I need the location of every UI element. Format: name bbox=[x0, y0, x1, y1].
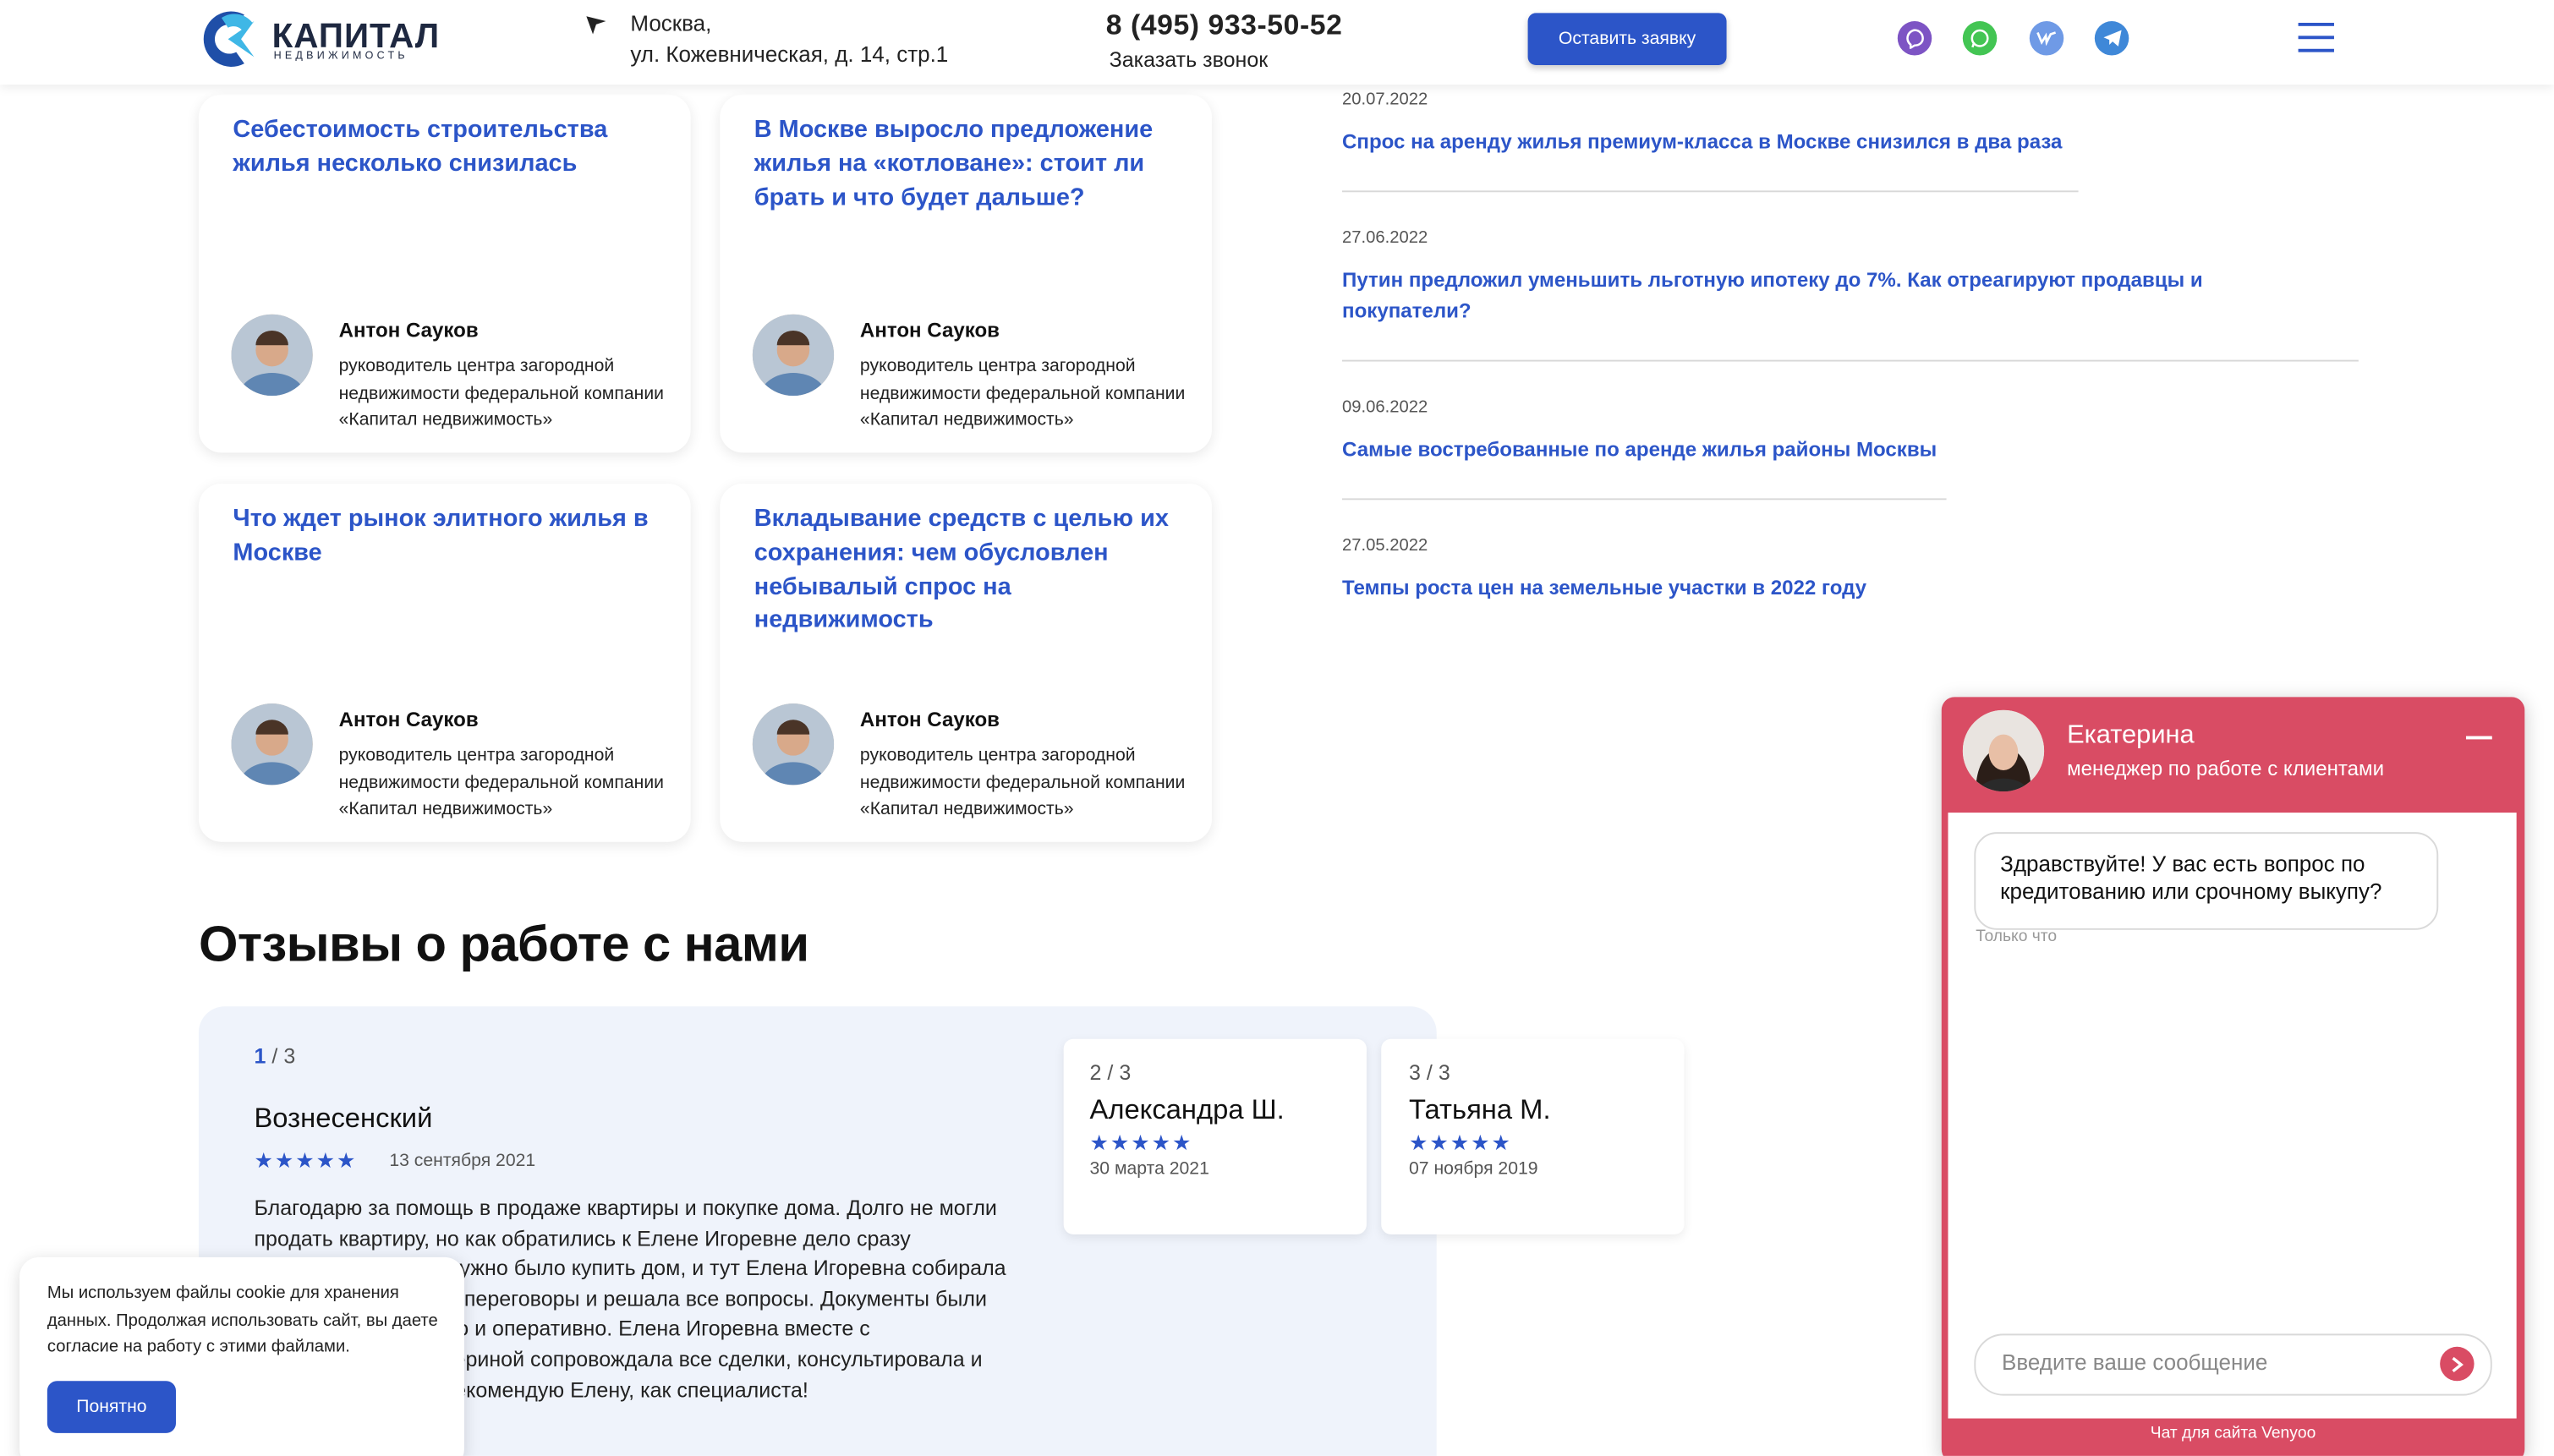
message-text: Здравствуйте! У вас есть вопрос по креди… bbox=[2000, 851, 2382, 903]
review-counter: 1 / 3 bbox=[254, 1043, 296, 1069]
address-street: ул. Кожевническая, д. 14, стр.1 bbox=[630, 42, 949, 67]
chat-message-input[interactable]: Введите ваше сообщение bbox=[1974, 1333, 2492, 1396]
site-header: КАПИТАЛ НЕДВИЖИМОСТЬ Москва, ул. Кожевни… bbox=[0, 0, 2554, 85]
minimize-icon[interactable] bbox=[2465, 736, 2492, 740]
review-date: 30 марта 2021 bbox=[1089, 1159, 1209, 1180]
review-card[interactable]: 2 / 3 Александра Ш. ★★★★★ 30 марта 2021 bbox=[1063, 1038, 1367, 1234]
article-title[interactable]: Вкладывание средств с целью их сохранени… bbox=[754, 503, 1186, 638]
rating-stars-icon: ★★★★★ bbox=[254, 1147, 358, 1173]
news-date: 20.07.2022 bbox=[1342, 89, 1428, 110]
author-name: Антон Сауков bbox=[859, 319, 1000, 342]
author-name: Антон Сауков bbox=[338, 319, 479, 342]
reviews-heading: Отзывы о работе с нами bbox=[198, 915, 809, 972]
logo-subtitle: НЕДВИЖИМОСТЬ bbox=[273, 50, 408, 63]
author-avatar bbox=[752, 314, 835, 397]
input-placeholder: Введите ваше сообщение bbox=[2002, 1349, 2268, 1375]
agent-avatar bbox=[1962, 709, 2045, 792]
whatsapp-icon[interactable] bbox=[1962, 21, 1998, 56]
rating-stars-icon: ★★★★★ bbox=[1089, 1130, 1193, 1155]
telegram-icon[interactable] bbox=[2094, 21, 2129, 56]
cookie-accept-button[interactable]: Понятно bbox=[47, 1381, 177, 1433]
news-divider bbox=[1342, 359, 2359, 362]
location-arrow-icon bbox=[586, 16, 606, 35]
author-avatar bbox=[231, 703, 313, 785]
chat-widget: Екатерина менеджер по работе с клиентами… bbox=[1941, 697, 2525, 1456]
article-card[interactable]: В Москве выросло предложение жилья на «к… bbox=[720, 94, 1212, 453]
review-counter: 2 / 3 bbox=[1089, 1059, 1132, 1085]
chat-body: Здравствуйте! У вас есть вопрос по креди… bbox=[1948, 813, 2517, 1419]
apply-button[interactable]: Оставить заявку bbox=[1527, 13, 1727, 66]
callback-link[interactable]: Заказать звонок bbox=[1110, 47, 1269, 72]
news-date: 09.06.2022 bbox=[1342, 397, 1428, 418]
author-role: руководитель центра загородной недвижимо… bbox=[859, 356, 1186, 430]
author-avatar bbox=[752, 703, 835, 785]
reviewer-name: Александра Ш. bbox=[1089, 1094, 1285, 1125]
article-title[interactable]: В Москве выросло предложение жилья на «к… bbox=[754, 114, 1186, 216]
chat-footer[interactable]: Чат для сайта Venyoo bbox=[1942, 1425, 2525, 1442]
viber-icon[interactable] bbox=[1897, 21, 1932, 56]
send-icon[interactable] bbox=[2440, 1346, 2475, 1382]
news-date: 27.06.2022 bbox=[1342, 227, 1428, 248]
reviewer-name: Вознесенский bbox=[254, 1102, 433, 1134]
review-card[interactable]: 3 / 3 Татьяна М. ★★★★★ 07 ноября 2019 bbox=[1381, 1038, 1685, 1234]
cookie-text: Мы используем файлы cookie для хранения … bbox=[47, 1283, 438, 1357]
news-link[interactable]: Путин предложил уменьшить льготную ипоте… bbox=[1342, 265, 2255, 327]
reviewer-name: Татьяна М. bbox=[1408, 1094, 1551, 1125]
vk-icon[interactable] bbox=[2029, 21, 2064, 56]
author-name: Антон Сауков bbox=[859, 708, 1000, 731]
article-title[interactable]: Что ждет рынок элитного жилья в Москве bbox=[233, 503, 664, 571]
rating-stars-icon: ★★★★★ bbox=[1408, 1130, 1512, 1155]
news-divider bbox=[1342, 498, 1947, 501]
agent-name: Екатерина bbox=[2067, 721, 2195, 749]
news-link[interactable]: Темпы роста цен на земельные участки в 2… bbox=[1342, 573, 2107, 605]
review-counter: 3 / 3 bbox=[1408, 1059, 1450, 1085]
chat-message: Здравствуйте! У вас есть вопрос по креди… bbox=[1974, 832, 2439, 930]
author-role: руководитель центра загородной недвижимо… bbox=[338, 746, 664, 819]
author-role: руководитель центра загородной недвижимо… bbox=[338, 356, 664, 430]
news-date: 27.05.2022 bbox=[1342, 535, 1428, 556]
cookie-banner: Мы используем файлы cookie для хранения … bbox=[19, 1256, 464, 1456]
review-date: 13 сентября 2021 bbox=[389, 1151, 536, 1171]
news-link[interactable]: Спрос на аренду жилья премиум-класса в М… bbox=[1342, 127, 2107, 158]
author-avatar bbox=[231, 314, 313, 397]
logo-icon[interactable] bbox=[199, 8, 264, 70]
article-card[interactable]: Себестоимость строительства жилья нескол… bbox=[198, 94, 691, 453]
article-title[interactable]: Себестоимость строительства жилья нескол… bbox=[233, 114, 664, 182]
news-link[interactable]: Самые востребованные по аренде жилья рай… bbox=[1342, 435, 2107, 466]
phone-number[interactable]: 8 (495) 933-50-52 bbox=[1106, 8, 1343, 42]
news-divider bbox=[1342, 190, 2079, 193]
agent-role: менеджер по работе с клиентами bbox=[2067, 757, 2385, 780]
author-name: Антон Сауков bbox=[338, 708, 479, 731]
author-role: руководитель центра загородной недвижимо… bbox=[859, 746, 1186, 819]
message-time: Только что bbox=[1976, 928, 2058, 947]
article-card[interactable]: Что ждет рынок элитного жилья в Москве А… bbox=[198, 484, 691, 842]
address-city: Москва, bbox=[630, 11, 712, 36]
review-date: 07 ноября 2019 bbox=[1408, 1159, 1538, 1180]
menu-burger-icon[interactable] bbox=[2298, 22, 2334, 56]
article-card[interactable]: Вкладывание средств с целью их сохранени… bbox=[720, 484, 1212, 842]
